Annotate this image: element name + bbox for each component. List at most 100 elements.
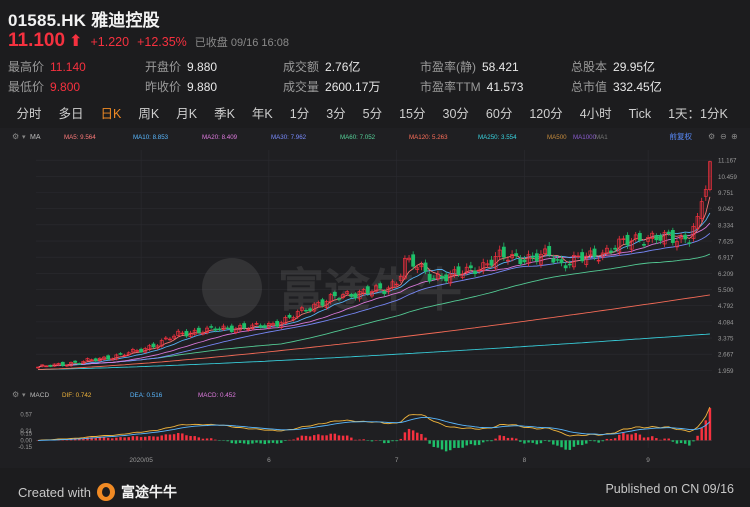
macd-bar	[329, 433, 332, 441]
candle-body	[106, 355, 111, 360]
macd-bar	[119, 437, 122, 441]
candle-body	[609, 250, 613, 253]
macd-bar	[490, 440, 493, 442]
macd-bar	[650, 436, 654, 441]
macd-bar	[597, 440, 600, 443]
macd-bar	[399, 438, 403, 441]
ma-label: MA	[30, 134, 41, 141]
macd-bar	[420, 434, 423, 441]
macd-bar	[193, 436, 196, 441]
tab-15[interactable]: 4小时	[571, 103, 620, 125]
stat-6: 最低价 9.800	[8, 78, 80, 95]
tab-16[interactable]: Tick	[620, 103, 659, 125]
tab-4[interactable]: 周K	[130, 103, 168, 125]
macd-bar	[263, 440, 267, 445]
stat-1: 最高价 11.140	[8, 58, 86, 75]
candle-body	[444, 274, 449, 282]
tab-6[interactable]: 季K	[206, 103, 244, 125]
stat-value: 332.45亿	[613, 80, 662, 94]
candle-body	[456, 266, 461, 275]
y-tick-label: 7.625	[718, 239, 734, 246]
candle-body	[213, 328, 218, 331]
tab-7[interactable]: 年K	[243, 103, 281, 125]
tab-8[interactable]: 1分	[281, 103, 317, 125]
candle-body	[209, 326, 214, 328]
macd-bar	[502, 436, 506, 441]
macd-bar	[370, 440, 374, 442]
candle-body	[501, 246, 506, 258]
candle-body	[304, 309, 308, 312]
tab-3[interactable]: 日K	[92, 103, 130, 125]
chart-settings-icon: ⚙	[12, 132, 19, 141]
macd-bar	[131, 436, 135, 441]
candle-body	[411, 254, 416, 267]
candle-body	[378, 283, 383, 289]
macd-bar	[160, 435, 163, 441]
tab-10[interactable]: 5分	[354, 103, 390, 125]
macd-bar	[259, 440, 262, 444]
candle-body	[666, 231, 671, 234]
candle-body	[337, 298, 341, 300]
tab-14[interactable]: 120分	[521, 103, 571, 125]
macd-bar	[461, 440, 464, 448]
tab-1[interactable]: 分时	[8, 103, 50, 125]
candle-body	[287, 314, 292, 318]
macd-label: MACD	[30, 392, 49, 399]
candle-body	[353, 293, 358, 299]
macd-bar	[613, 438, 617, 441]
macd-bar	[234, 440, 238, 444]
macd-bar	[494, 438, 497, 441]
market-status: 已收盘 09/16 16:08	[194, 37, 289, 49]
macd-bar	[634, 433, 637, 441]
tab-5[interactable]: 月K	[168, 103, 206, 125]
candle-body	[118, 353, 123, 355]
tab-11[interactable]: 15分	[391, 103, 434, 125]
macd-bar	[247, 440, 250, 445]
kline-chart[interactable]: ⚙ ▾ MA MA5: 9.564 MA10: 8.853 MA20: 8.409 MA30…	[0, 128, 750, 468]
macd-bar	[267, 440, 271, 444]
stat-value: 2600.17万	[325, 80, 381, 94]
ma-legend-item: MA1000	[573, 134, 597, 141]
macd-bar	[251, 440, 254, 444]
macd-tick-label: -0.15	[18, 445, 32, 451]
macd-bar	[704, 420, 708, 441]
stat-9: 市盈率TTM 41.573	[420, 78, 523, 95]
macd-bar	[556, 440, 559, 446]
tab-9[interactable]: 3分	[318, 103, 354, 125]
candle-body	[658, 235, 663, 241]
macd-bar	[692, 440, 695, 442]
up-arrow-icon: ⬆	[69, 33, 83, 50]
macd-bar	[572, 440, 576, 447]
candle-body	[151, 343, 156, 348]
y-tick-label: 4.792	[718, 303, 734, 310]
macd-bar	[308, 436, 312, 441]
tab-12[interactable]: 30分	[434, 103, 477, 125]
macd-bar	[659, 439, 662, 441]
ma-legend-item: MA60: 7.052	[340, 134, 376, 141]
macd-bar	[139, 437, 143, 441]
candle-body	[423, 262, 428, 272]
tab-13[interactable]: 60分	[477, 103, 520, 125]
stat-label: 昨收价	[145, 80, 182, 94]
stat-label: 市盈率(静)	[420, 60, 476, 74]
x-tick-label: 6	[267, 457, 271, 464]
stat-10: 总市值 332.45亿	[571, 78, 662, 95]
y-tick-label: 3.375	[718, 336, 734, 343]
candle-body	[275, 321, 280, 327]
tab-2[interactable]: 多日	[50, 103, 92, 125]
stat-7: 昨收价 9.880	[145, 78, 217, 95]
macd-bar	[230, 440, 234, 444]
candle-body	[73, 360, 78, 363]
macd-bar	[292, 439, 295, 441]
stat-label: 成交额	[283, 60, 320, 74]
header: 01585.HK 雅迪控股	[8, 6, 160, 31]
macd-bar	[655, 438, 658, 441]
macd-bar	[547, 440, 551, 442]
macd-bar	[102, 437, 106, 441]
tab-17[interactable]: 1天：1分K	[660, 103, 737, 125]
x-tick-label: 8	[523, 457, 527, 464]
macd-bar	[436, 440, 440, 448]
macd-bar	[457, 440, 460, 448]
macd-bar	[700, 428, 703, 441]
ma-legend-item: MA5: 9.564	[64, 134, 96, 141]
